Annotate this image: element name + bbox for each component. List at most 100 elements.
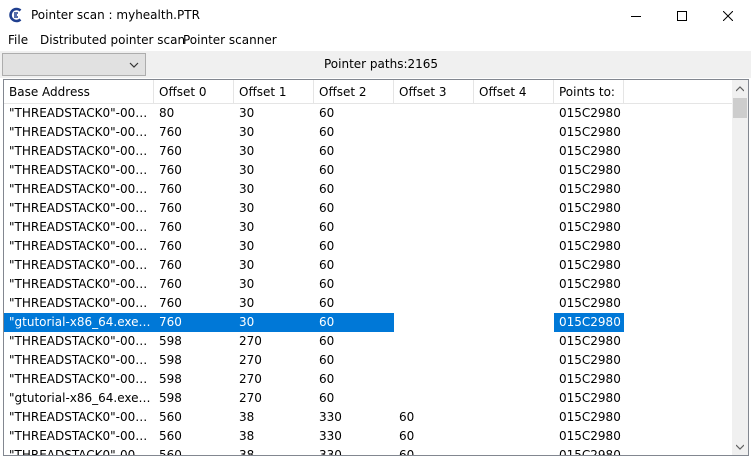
table-row[interactable]: "THREADSTACK0"-0000... 760 30 60 015C2980 <box>4 142 732 161</box>
table-row[interactable]: "THREADSTACK0"-0000... 560 38 330 60 015C2980 <box>4 427 732 446</box>
cell-points-to: 015C2980 <box>559 182 621 196</box>
cell-base-address: "THREADSTACK0"-0000... <box>9 125 154 139</box>
scroll-thumb[interactable] <box>733 98 747 118</box>
table-row[interactable]: "THREADSTACK0"-0000... 80 30 60 015C2980 <box>4 104 732 123</box>
cell-points-to: 015C2980 <box>559 372 621 386</box>
vertical-scrollbar[interactable] <box>732 80 748 455</box>
cell-offset-3 <box>394 294 474 313</box>
cell-offset-3 <box>394 313 474 332</box>
table-row[interactable]: "THREADSTACK0"-0000... 598 270 60 015C2980 <box>4 332 732 351</box>
scroll-up-button[interactable] <box>732 80 748 97</box>
cell-offset-2: 60 <box>319 353 335 367</box>
column-header-points-to[interactable]: Points to: <box>554 80 624 104</box>
cell-base-address: "THREADSTACK0"-0000... <box>9 277 154 291</box>
cell-offset-4 <box>474 161 554 180</box>
cell-points-to: 015C2980 <box>559 239 621 253</box>
table-row[interactable]: "THREADSTACK0"-0000... 760 30 60 015C2980 <box>4 218 732 237</box>
table-row[interactable]: "THREADSTACK0"-0000... 760 30 60 015C2980 <box>4 275 732 294</box>
table-row[interactable]: "THREADSTACK0"-0000... 760 30 60 015C2980 <box>4 294 732 313</box>
cell-points-to: 015C2980 <box>559 258 621 272</box>
cell-base-address: "THREADSTACK0"-0000... <box>9 448 154 456</box>
cell-offset-1: 30 <box>239 239 255 253</box>
cell-base-address: "THREADSTACK0"-0000... <box>9 201 154 215</box>
cell-offset-0: 760 <box>159 277 182 291</box>
table-row[interactable]: "THREADSTACK0"-0000... 560 38 330 60 015C2980 <box>4 408 732 427</box>
menu-distributed-pointer-scan[interactable]: Distributed pointer scan <box>40 33 185 47</box>
cell-offset-1: 270 <box>239 372 262 386</box>
menu-pointer-scanner[interactable]: Pointer scanner <box>183 33 277 47</box>
cell-offset-4 <box>474 199 554 218</box>
cell-points-to: 015C2980 <box>559 277 621 291</box>
cell-offset-2: 60 <box>319 125 335 139</box>
cell-offset-4 <box>474 313 554 332</box>
window-title: Pointer scan : myhealth.PTR <box>31 8 200 22</box>
maximize-button[interactable] <box>659 0 705 31</box>
cell-offset-1: 38 <box>239 448 255 456</box>
table-row[interactable]: "THREADSTACK0"-0000... 760 30 60 015C2980 <box>4 256 732 275</box>
cell-base-address: "THREADSTACK0"-0000... <box>9 220 154 234</box>
table-row[interactable]: "THREADSTACK0"-0000... 760 30 60 015C2980 <box>4 237 732 256</box>
table-header: Base Address Offset 0 Offset 1 Offset 2 … <box>4 80 732 104</box>
column-header-offset-2[interactable]: Offset 2 <box>314 80 394 104</box>
close-button[interactable] <box>705 0 751 31</box>
cell-offset-2: 60 <box>319 296 335 310</box>
column-header-offset-1[interactable]: Offset 1 <box>234 80 314 104</box>
cell-base-address: "THREADSTACK0"-0000... <box>9 410 154 424</box>
column-header-offset-4[interactable]: Offset 4 <box>474 80 554 104</box>
scroll-down-button[interactable] <box>732 438 748 455</box>
close-icon <box>723 10 733 21</box>
toolbar: Pointer paths:2165 <box>0 51 751 78</box>
cell-offset-1: 30 <box>239 277 255 291</box>
cell-offset-4 <box>474 104 554 123</box>
cell-offset-2: 60 <box>319 144 335 158</box>
cell-offset-4 <box>474 332 554 351</box>
cell-base-address: "THREADSTACK0"-0000... <box>9 239 154 253</box>
table-row[interactable]: "THREADSTACK0"-0000... 760 30 60 015C2980 <box>4 180 732 199</box>
cell-offset-1: 30 <box>239 258 255 272</box>
column-header-offset-3[interactable]: Offset 3 <box>394 80 474 104</box>
cell-offset-0: 760 <box>154 313 234 332</box>
scan-select-combo[interactable] <box>2 53 146 76</box>
cell-offset-0: 760 <box>159 239 182 253</box>
cell-offset-3 <box>394 275 474 294</box>
table-row[interactable]: "THREADSTACK0"-0000... 560 38 330 60 015C2980 <box>4 446 732 456</box>
cell-offset-1: 30 <box>239 125 255 139</box>
column-header-base-address[interactable]: Base Address <box>4 80 154 104</box>
cell-offset-2: 60 <box>319 163 335 177</box>
minimize-button[interactable] <box>613 0 659 31</box>
table-row[interactable]: "THREADSTACK0"-0000... 760 30 60 015C2980 <box>4 123 732 142</box>
cell-offset-2: 60 <box>319 182 335 196</box>
table-row[interactable]: "THREADSTACK0"-0000... 760 30 60 015C2980 <box>4 199 732 218</box>
cell-base-address: "THREADSTACK0"-0000... <box>9 182 154 196</box>
cell-points-to: 015C2980 <box>559 391 621 405</box>
cell-offset-1: 30 <box>239 296 255 310</box>
column-header-offset-0[interactable]: Offset 0 <box>154 80 234 104</box>
cell-offset-1: 38 <box>239 429 255 443</box>
cell-offset-3 <box>394 180 474 199</box>
cell-points-to: 015C2980 <box>559 448 621 456</box>
cell-offset-2: 330 <box>319 448 342 456</box>
cell-offset-0: 760 <box>159 201 182 215</box>
table-row[interactable]: "gtutorial-x86_64.exe"+... 760 30 60 015C298… <box>4 313 732 332</box>
cell-base-address: "THREADSTACK0"-0000... <box>9 372 154 386</box>
cell-offset-0: 598 <box>159 353 182 367</box>
cell-offset-4 <box>474 142 554 161</box>
title-bar[interactable]: Pointer scan : myhealth.PTR <box>0 0 751 31</box>
cell-offset-3 <box>394 123 474 142</box>
cell-offset-2: 60 <box>319 334 335 348</box>
cell-offset-3 <box>394 161 474 180</box>
cell-points-to: 015C2980 <box>554 313 624 332</box>
table-row[interactable]: "gtutorial-x86_64.exe"+... 598 270 60 015C29… <box>4 389 732 408</box>
menu-file[interactable]: File <box>8 33 28 47</box>
cell-offset-3: 60 <box>399 448 415 456</box>
cell-offset-2: 60 <box>319 258 335 272</box>
table-row[interactable]: "THREADSTACK0"-0000... 598 270 60 015C2980 <box>4 351 732 370</box>
cell-points-to: 015C2980 <box>559 144 621 158</box>
table-row[interactable]: "THREADSTACK0"-0000... 598 270 60 015C2980 <box>4 370 732 389</box>
menu-bar: File Distributed pointer scan Pointer sc… <box>0 31 751 51</box>
cell-offset-2: 60 <box>319 277 335 291</box>
table-row[interactable]: "THREADSTACK0"-0000... 760 30 60 015C2980 <box>4 161 732 180</box>
cell-offset-1: 30 <box>234 313 314 332</box>
pointer-results-table[interactable]: Base Address Offset 0 Offset 1 Offset 2 … <box>3 79 749 456</box>
cell-offset-2: 60 <box>319 106 335 120</box>
